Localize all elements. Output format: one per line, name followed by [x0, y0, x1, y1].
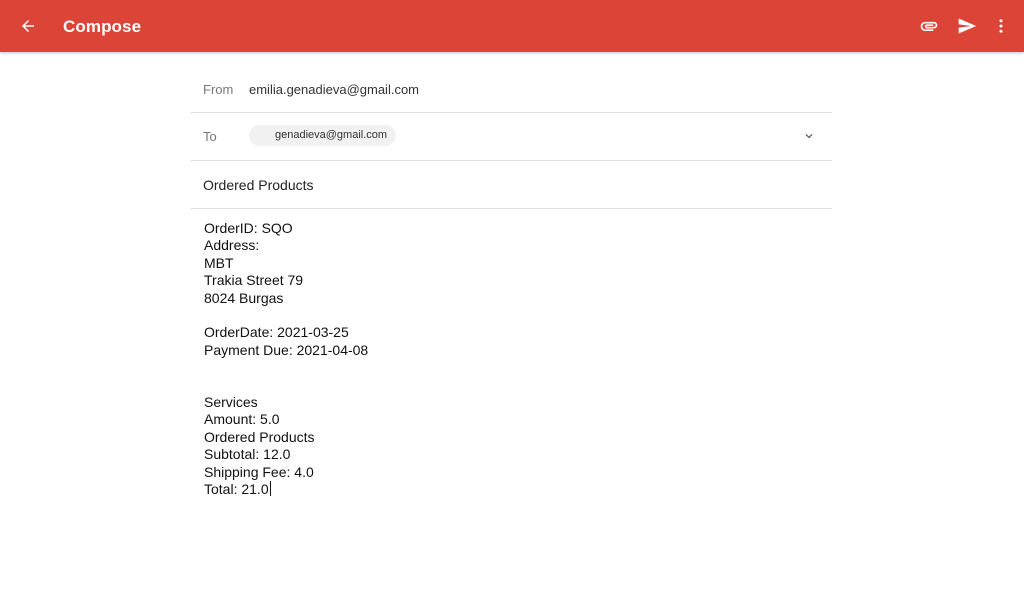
body-line: Trakia Street 79 [204, 272, 304, 289]
body-line: Shipping Fee: 4.0 [204, 463, 314, 480]
to-label: To [203, 129, 217, 144]
body-line: Ordered Products [204, 428, 315, 445]
page-title: Compose [63, 17, 142, 36]
attach-button[interactable] [910, 7, 948, 45]
arrow-back-icon [22, 20, 34, 32]
body-line [204, 359, 368, 376]
recipient-chip[interactable]: genadieva@gmail.com [249, 125, 397, 146]
compose-form: From emilia.genadieva@gmail.com To genad… [191, 66, 832, 497]
from-field[interactable]: emilia.genadieva@gmail.com [249, 82, 419, 97]
body-line: Total: 21.0 [204, 481, 271, 498]
text-cursor [269, 481, 271, 497]
body-line: Subtotal: 12.0 [204, 446, 291, 463]
body-line: MBT [204, 254, 234, 271]
to-row[interactable]: To genadieva@gmail.com [191, 113, 832, 161]
body-line: Amount: 5.0 [204, 411, 280, 428]
from-label: From [203, 82, 234, 97]
body-line: Address: [204, 237, 260, 254]
subject-row: Ordered Products [191, 161, 832, 209]
toolbar-actions [910, 0, 1016, 52]
body-line [204, 377, 368, 394]
send-button[interactable] [948, 7, 986, 45]
from-row: From emilia.genadieva@gmail.com [191, 66, 832, 113]
body-line: Payment Due: 2021-04-08 [204, 341, 369, 358]
subject-field[interactable]: Ordered Products [203, 177, 314, 193]
app-bar: Compose [0, 0, 1024, 52]
body-line: Services [204, 394, 258, 411]
chevron-down-icon[interactable] [802, 129, 816, 143]
paperclip-icon [920, 21, 938, 31]
message-body[interactable]: OrderID: SQO Address: MBT Trakia Street 79 8… [204, 220, 368, 498]
send-icon [958, 18, 977, 34]
body-line [204, 307, 368, 324]
more-vert-icon [999, 19, 1003, 33]
body-line: 8024 Burgas [204, 289, 284, 306]
back-button[interactable] [12, 10, 44, 42]
more-options-button[interactable] [986, 7, 1016, 45]
body-line: OrderID: SQO [204, 220, 293, 236]
body-line: OrderDate: 2021-03-25 [204, 324, 349, 341]
